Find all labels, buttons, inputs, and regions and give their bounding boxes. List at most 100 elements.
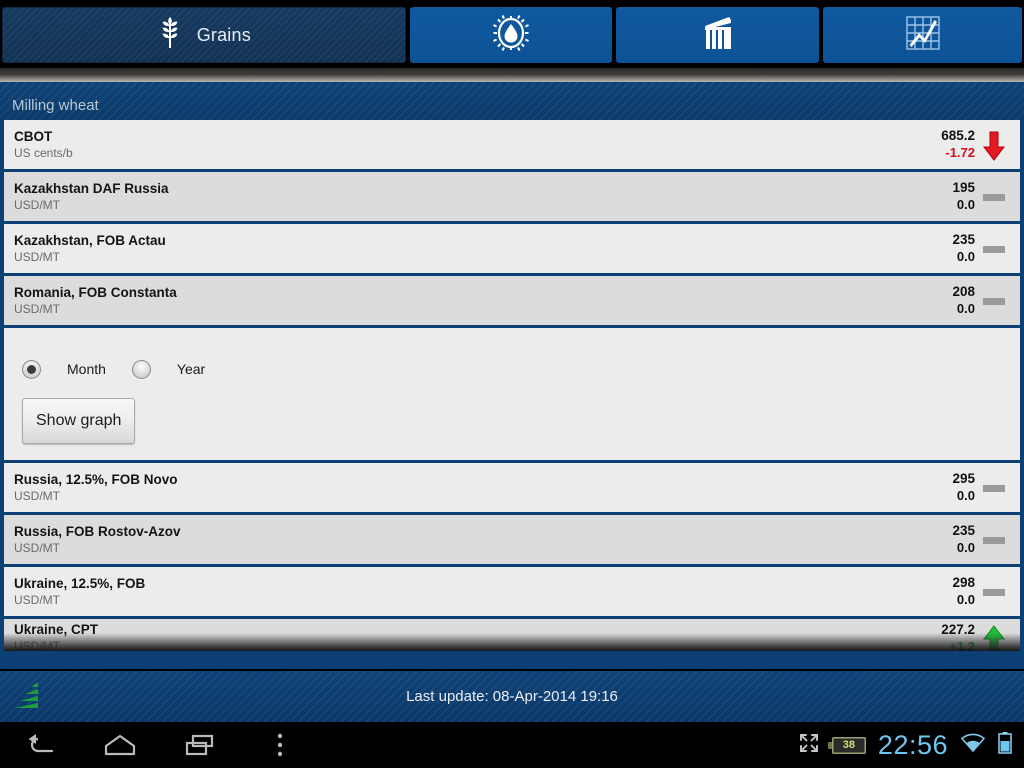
back-icon[interactable] (0, 722, 80, 768)
quote-name-block: Romania, FOB Constanta USD/MT (14, 285, 952, 317)
quote-values: 227.2 +1.2 (941, 622, 1006, 651)
quote-change: +1.2 (949, 639, 975, 651)
quote-name: Ukraine, 12.5%, FOB (14, 575, 146, 591)
tab-elevator[interactable] (616, 7, 820, 63)
quote-unit: USD/MT (14, 540, 60, 555)
quote-price: 235 (952, 523, 975, 538)
status-footer: Last update: 08-Apr-2014 19:16 (0, 669, 1024, 722)
table-row[interactable]: Russia, FOB Rostov-Azov USD/MT 235 0.0 (0, 515, 1024, 567)
quote-numbers: 298 0.0 (952, 575, 975, 608)
table-row[interactable]: Kazakhstan, FOB Actau USD/MT 235 0.0 (0, 224, 1024, 276)
battery-percent-text: 38 (842, 739, 856, 751)
green-sail-logo (14, 682, 48, 714)
quote-unit: US cents/b (14, 145, 73, 160)
table-row[interactable]: Kazakhstan DAF Russia USD/MT 195 0.0 (0, 172, 1024, 224)
show-graph-button[interactable]: Show graph (22, 398, 136, 444)
quote-change: 0.0 (956, 488, 975, 503)
last-update-text: Last update: 08-Apr-2014 19:16 (406, 688, 618, 705)
arrow-flat-icon (982, 577, 1006, 607)
radio-year-label: Year (176, 361, 206, 377)
tab-charts[interactable] (823, 7, 1022, 63)
tab-oilseeds[interactable] (409, 7, 613, 63)
section-header-milling-wheat: Milling wheat (0, 82, 1024, 120)
quote-name-block: Russia, FOB Rostov-Azov USD/MT (14, 524, 952, 556)
arrow-flat-icon (982, 286, 1006, 316)
quote-name: Kazakhstan, FOB Actau (14, 232, 166, 248)
arrow-flat-icon (982, 473, 1006, 503)
category-tab-bar: Grains (0, 0, 1024, 68)
quote-name-block: Kazakhstan DAF Russia USD/MT (14, 181, 952, 213)
quote-values: 685.2 -1.72 (941, 128, 1006, 161)
quote-price: 685.2 (941, 128, 975, 143)
quote-change: 0.0 (956, 249, 975, 264)
clock: 22:56 (877, 729, 948, 760)
quote-name: Russia, FOB Rostov-Azov (14, 523, 181, 539)
quote-name-block: Ukraine, 12.5%, FOB USD/MT (14, 576, 952, 608)
tab-grains-label: Grains (196, 24, 251, 45)
battery-percent-badge: 38 (827, 736, 866, 754)
quote-price: 208 (952, 284, 975, 299)
oil-drop-icon (491, 13, 531, 58)
quote-change: 0.0 (956, 301, 975, 316)
graph-control-panel: Month Year Show graph (0, 328, 1024, 463)
quote-price: 295 (952, 471, 975, 486)
quote-numbers: 195 0.0 (952, 180, 975, 213)
quote-unit: USD/MT (14, 639, 60, 651)
quote-change: -1.72 (945, 145, 975, 160)
quote-name-block: CBOT US cents/b (14, 129, 941, 161)
quote-numbers: 235 0.0 (952, 232, 975, 265)
quote-price: 227.2 (941, 622, 975, 637)
quote-values: 295 0.0 (952, 471, 1006, 504)
quote-name: CBOT (14, 128, 53, 144)
quote-values: 298 0.0 (952, 575, 1006, 608)
table-row[interactable]: Romania, FOB Constanta USD/MT 208 0.0 (0, 276, 1024, 328)
quote-price: 298 (952, 575, 975, 590)
quote-numbers: 235 0.0 (952, 523, 975, 556)
quote-numbers: 295 0.0 (952, 471, 975, 504)
radio-month[interactable] (22, 359, 41, 379)
quote-unit: USD/MT (14, 488, 60, 503)
quote-numbers: 227.2 +1.2 (941, 622, 975, 651)
table-row[interactable]: Ukraine, 12.5%, FOB USD/MT 298 0.0 (0, 567, 1024, 619)
quotes-list[interactable]: Milling wheat CBOT US cents/b 685.2 -1.7… (0, 82, 1024, 669)
section-title: Milling wheat (12, 97, 99, 114)
quote-unit: USD/MT (14, 592, 60, 607)
quote-numbers: 685.2 -1.72 (941, 128, 975, 161)
quote-values: 235 0.0 (952, 232, 1006, 265)
quote-name-block: Kazakhstan, FOB Actau USD/MT (14, 233, 952, 265)
period-radio-group: Month Year (22, 358, 1020, 380)
quote-unit: USD/MT (14, 249, 60, 264)
arrow-flat-icon (982, 234, 1006, 264)
arrow-flat-icon (982, 525, 1006, 555)
tab-grains[interactable]: Grains (2, 7, 406, 63)
radio-year[interactable] (131, 359, 151, 379)
table-row[interactable]: Ukraine, CPT USD/MT 227.2 +1.2 (0, 619, 1024, 651)
wifi-icon (960, 733, 986, 758)
quote-price: 235 (952, 232, 975, 247)
quote-name: Romania, FOB Constanta (14, 284, 177, 300)
app-root: Grains Milling wheat CBOT US cents/b 685… (0, 0, 1024, 768)
quote-change: 0.0 (956, 592, 975, 607)
quote-change: 0.0 (956, 197, 975, 212)
quote-values: 208 0.0 (952, 284, 1006, 317)
table-row[interactable]: Russia, 12.5%, FOB Novo USD/MT 295 0.0 (0, 463, 1024, 515)
recents-icon[interactable] (160, 722, 240, 768)
line-chart-icon (904, 14, 942, 57)
android-system-bar: 38 22:56 (0, 722, 1024, 768)
quote-price: 195 (952, 180, 975, 195)
table-row[interactable]: CBOT US cents/b 685.2 -1.72 (0, 120, 1024, 172)
quote-numbers: 208 0.0 (952, 284, 975, 317)
quote-values: 235 0.0 (952, 523, 1006, 556)
overflow-menu-icon[interactable] (240, 722, 320, 768)
arrow-down-icon (982, 130, 1006, 161)
arrow-up-icon (982, 624, 1006, 651)
expand-icon[interactable] (798, 732, 820, 759)
quote-name: Russia, 12.5%, FOB Novo (14, 471, 178, 487)
home-icon[interactable] (80, 722, 160, 768)
battery-icon (998, 731, 1012, 759)
quote-change: 0.0 (956, 540, 975, 555)
system-status-area: 38 22:56 (798, 730, 1024, 761)
quote-values: 195 0.0 (952, 180, 1006, 213)
quote-unit: USD/MT (14, 301, 60, 316)
arrow-flat-icon (982, 182, 1006, 212)
